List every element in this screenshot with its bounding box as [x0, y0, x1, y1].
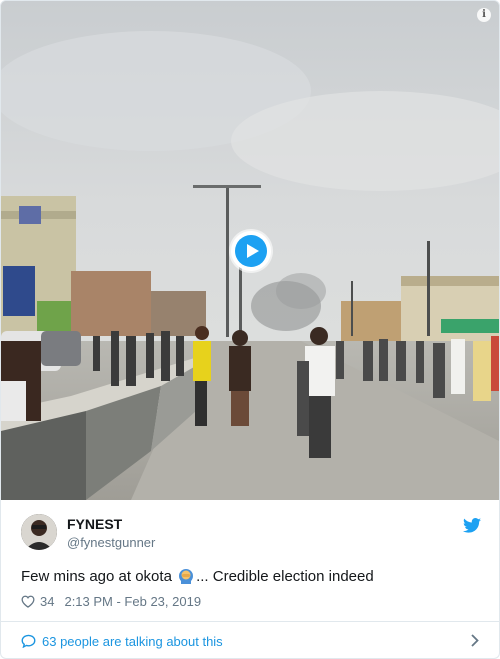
- tweet-text-part: Few mins ago at okota: [21, 568, 177, 585]
- like-count[interactable]: 34: [40, 594, 54, 609]
- tweet-author[interactable]: FYNEST @fynestgunner: [21, 514, 481, 554]
- tweet-meta: 34 2:13 PM - Feb 23, 2019: [21, 594, 201, 609]
- info-icon[interactable]: i: [477, 8, 491, 22]
- tweet-text: Few mins ago at okota ... Credible elect…: [21, 568, 374, 585]
- play-icon: [235, 235, 267, 267]
- avatar[interactable]: [21, 514, 57, 550]
- chevron-right-icon[interactable]: [471, 634, 479, 647]
- divider: [1, 621, 499, 622]
- heart-icon[interactable]: [21, 595, 35, 608]
- tweet-text-part: ... Credible election indeed: [196, 568, 374, 585]
- avatar-image: [21, 514, 57, 550]
- conversation-link[interactable]: 63 people are talking about this: [21, 631, 479, 651]
- play-button[interactable]: [231, 231, 271, 271]
- twitter-bird-icon[interactable]: [463, 518, 481, 533]
- embedded-tweet-card: i FYNEST @fynestgunner Few mins ago at o…: [0, 0, 500, 659]
- user-handle[interactable]: @fynestgunner: [67, 535, 155, 550]
- speech-bubble-icon: [21, 634, 36, 648]
- display-name[interactable]: FYNEST: [67, 516, 122, 532]
- tweet-timestamp[interactable]: 2:13 PM - Feb 23, 2019: [64, 594, 201, 609]
- conversation-label: 63 people are talking about this: [42, 633, 223, 649]
- person-facepalming-emoji: [179, 569, 194, 584]
- video-thumbnail[interactable]: i: [1, 1, 499, 500]
